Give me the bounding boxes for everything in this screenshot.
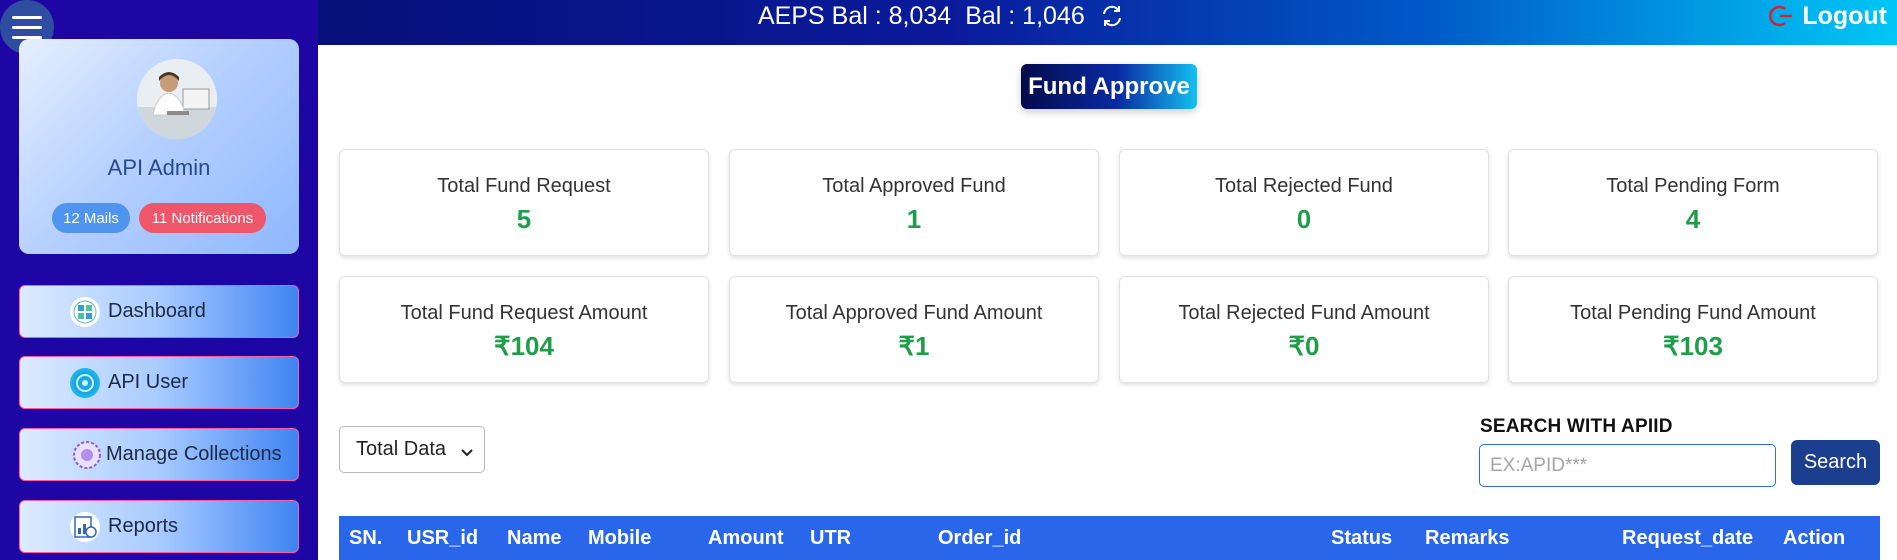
select-value: Total Data — [356, 438, 447, 460]
sidebar-item-manage-collections[interactable]: Manage Collections — [19, 428, 299, 481]
stat-card-total-fund-request: Total Fund Request 5 — [339, 149, 709, 256]
column-header-usr-id: USR_id — [407, 526, 479, 549]
stat-value: ₹104 — [494, 331, 554, 361]
stat-card-total-rejected-fund-amount: Total Rejected Fund Amount ₹0 — [1119, 276, 1489, 383]
page-title: Fund Approve — [1021, 64, 1197, 109]
stat-card-total-approved-fund-amount: Total Approved Fund Amount ₹1 — [729, 276, 1099, 383]
stat-label: Total Rejected Fund Amount — [1178, 302, 1430, 324]
stat-value: ₹1 — [898, 331, 930, 361]
stat-label: Total Pending Form — [1606, 175, 1780, 197]
stat-value: 4 — [1685, 204, 1701, 234]
search-label: SEARCH WITH APIID — [1480, 416, 1673, 437]
sidebar-item-label: Dashboard — [108, 300, 206, 322]
column-header-status: Status — [1331, 526, 1393, 549]
balance: Bal : 1,046 — [965, 1, 1085, 30]
stat-value: 5 — [516, 204, 532, 234]
stat-value: 0 — [1296, 204, 1312, 234]
stat-value: ₹103 — [1663, 331, 1723, 361]
data-filter-select[interactable]: Total Data — [339, 426, 485, 473]
stat-card-total-approved-fund: Total Approved Fund 1 — [729, 149, 1099, 256]
column-header-amount: Amount — [708, 526, 784, 549]
column-header-action: Action — [1783, 526, 1846, 549]
notifications-badge[interactable]: 11 Notifications — [139, 203, 266, 233]
column-header-sn: SN. — [349, 526, 383, 549]
table-header: SN. USR_id Name Mobile Amount UTR Order_… — [339, 516, 1880, 560]
aeps-balance: AEPS Bal : 8,034 — [758, 1, 952, 30]
avatar[interactable] — [137, 59, 217, 139]
sidebar-item-label: API User — [108, 371, 189, 393]
sidebar-item-dashboard[interactable]: Dashboard — [19, 285, 299, 338]
refresh-icon[interactable] — [1099, 3, 1125, 29]
profile-name: API Admin — [107, 155, 211, 180]
sidebar: API Admin 12 Mails 11 Notifications Dash… — [0, 0, 318, 560]
top-bar: AEPS Bal : 8,034 Bal : 1,046 Logout — [318, 0, 1897, 45]
column-header-request-date: Request_date — [1622, 526, 1754, 549]
stat-value: 1 — [906, 204, 922, 234]
column-header-remarks: Remarks — [1425, 526, 1510, 549]
apiid-search-input[interactable] — [1479, 444, 1776, 487]
profile-card: API Admin 12 Mails 11 Notifications — [19, 39, 299, 254]
power-icon — [1768, 3, 1794, 29]
stat-label: Total Fund Request — [437, 175, 611, 197]
collections-icon — [72, 440, 102, 470]
stat-card-total-fund-request-amount: Total Fund Request Amount ₹104 — [339, 276, 709, 383]
balance-display: AEPS Bal : 8,034 Bal : 1,046 — [758, 0, 1125, 32]
sidebar-item-reports[interactable]: Reports — [19, 500, 299, 553]
column-header-utr: UTR — [810, 526, 852, 549]
api-user-icon — [70, 367, 100, 398]
stat-label: Total Rejected Fund — [1215, 175, 1393, 197]
sidebar-item-api-user[interactable]: API User — [19, 356, 299, 409]
stat-value: ₹0 — [1288, 331, 1320, 361]
stat-label: Total Pending Fund Amount — [1570, 302, 1816, 324]
search-button[interactable]: Search — [1791, 440, 1880, 485]
stat-label: Total Approved Fund — [822, 175, 1006, 197]
chevron-down-icon — [460, 442, 474, 465]
stat-label: Total Approved Fund Amount — [785, 302, 1043, 324]
stat-card-total-pending-form: Total Pending Form 4 — [1508, 149, 1878, 256]
stat-card-total-pending-fund-amount: Total Pending Fund Amount ₹103 — [1508, 276, 1878, 383]
dashboard-icon — [70, 296, 100, 327]
stat-label: Total Fund Request Amount — [400, 302, 648, 324]
column-header-mobile: Mobile — [588, 526, 652, 549]
column-header-name: Name — [507, 526, 562, 549]
sidebar-item-label: Manage Collections — [106, 443, 282, 465]
sidebar-item-label: Reports — [108, 515, 179, 537]
reports-icon — [70, 511, 100, 542]
logout-label: Logout — [1802, 1, 1887, 30]
stat-card-total-rejected-fund: Total Rejected Fund 0 — [1119, 149, 1489, 256]
column-header-order-id: Order_id — [938, 526, 1022, 549]
logout-button[interactable]: Logout — [1768, 0, 1887, 32]
mails-badge[interactable]: 12 Mails — [52, 203, 130, 233]
